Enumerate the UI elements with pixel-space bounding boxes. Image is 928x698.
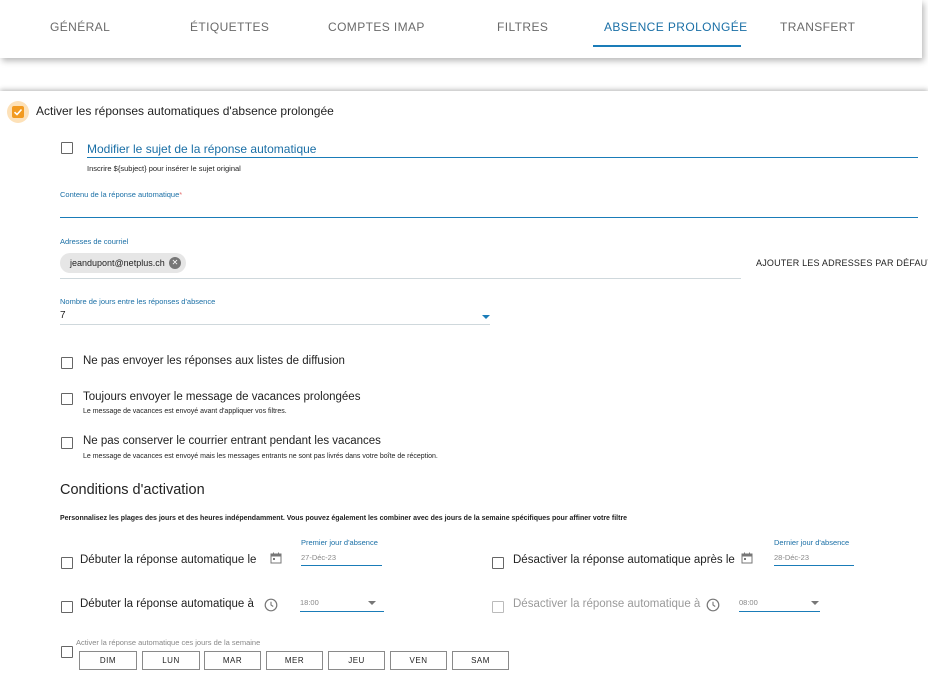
content-label: Contenu de la réponse automatique* <box>60 190 183 199</box>
calendar-icon[interactable] <box>741 552 753 564</box>
option-discard-incoming-hint: Le message de vacances est envoyé mais l… <box>83 453 438 460</box>
weekday-mon-button[interactable]: LUN <box>142 651 200 670</box>
start-time-underline <box>300 611 384 612</box>
enable-auto-reply-checkbox[interactable] <box>7 101 29 123</box>
tab-vacation[interactable]: ABSENCE PROLONGÉE <box>604 20 748 34</box>
calendar-icon[interactable] <box>270 552 282 564</box>
content-input-underline <box>60 217 918 218</box>
content-input[interactable] <box>60 199 918 217</box>
close-icon[interactable]: ✕ <box>169 257 181 269</box>
start-time-label: Débuter la réponse automatique à <box>80 598 254 610</box>
tab-filters[interactable]: FILTRES <box>497 20 548 34</box>
start-date-underline <box>301 565 382 566</box>
address-chip-text: jeandupont@netplus.ch <box>70 258 165 268</box>
end-time-label: Désactiver la réponse automatique à <box>513 598 701 610</box>
conditions-title: Conditions d'activation <box>60 482 205 498</box>
option-always-send-hint: Le message de vacances est envoyé avant … <box>83 408 287 415</box>
clock-icon[interactable] <box>706 598 720 612</box>
option-no-mailing-lists-checkbox[interactable] <box>61 357 73 369</box>
clock-icon[interactable] <box>264 598 278 612</box>
vacation-settings-panel: Activer les réponses automatiques d'abse… <box>0 91 928 698</box>
weekday-wed-button[interactable]: MER <box>266 651 323 670</box>
address-chip: jeandupont@netplus.ch ✕ <box>60 253 186 273</box>
end-date-field-label: Dernier jour d'absence <box>774 538 850 547</box>
modify-subject-checkbox[interactable] <box>61 142 73 154</box>
tab-general[interactable]: GÉNÉRAL <box>50 20 110 34</box>
days-between-label: Nombre de jours entre les réponses d'abs… <box>60 297 216 306</box>
dropdown-arrow-icon[interactable] <box>482 315 490 319</box>
end-date-input[interactable]: 28-Déc-23 <box>774 553 809 562</box>
dropdown-arrow-icon[interactable] <box>811 601 819 605</box>
end-date-underline <box>774 565 854 566</box>
start-date-input[interactable]: 27-Déc-23 <box>301 553 336 562</box>
days-between-select[interactable]: 7 <box>60 310 66 321</box>
option-always-send-label: Toujours envoyer le message de vacances … <box>83 391 361 403</box>
active-tab-indicator <box>593 45 741 47</box>
tab-imap-accounts[interactable]: COMPTES IMAP <box>328 20 425 34</box>
add-default-addresses-button[interactable]: AJOUTER LES ADRESSES PAR DÉFAUT <box>756 258 928 268</box>
addresses-input-underline <box>60 278 741 279</box>
weekdays-label: Activer la réponse automatique ces jours… <box>76 638 261 647</box>
end-time-underline <box>739 611 820 612</box>
conditions-description: Personnalisez les plages des jours et de… <box>60 515 628 522</box>
end-time-select[interactable]: 08:00 <box>739 598 758 607</box>
end-date-checkbox[interactable] <box>492 557 504 569</box>
subject-input-underline <box>87 157 918 158</box>
enable-auto-reply-label: Activer les réponses automatiques d'abse… <box>36 104 334 118</box>
option-always-send-checkbox[interactable] <box>61 393 73 405</box>
subject-hint: Inscrire ${subject} pour insérer le suje… <box>87 164 241 173</box>
start-date-field-label: Premier jour d'absence <box>301 538 378 547</box>
weekday-thu-button[interactable]: JEU <box>328 651 385 670</box>
end-time-checkbox[interactable] <box>492 601 504 613</box>
option-discard-incoming-checkbox[interactable] <box>61 437 73 449</box>
weekday-sat-button[interactable]: SAM <box>452 651 509 670</box>
weekdays-checkbox[interactable] <box>61 646 73 658</box>
check-icon <box>13 108 23 116</box>
start-time-checkbox[interactable] <box>61 601 73 613</box>
option-no-mailing-lists-label: Ne pas envoyer les réponses aux listes d… <box>83 355 345 367</box>
tab-labels[interactable]: ÉTIQUETTES <box>190 20 269 34</box>
dropdown-arrow-icon[interactable] <box>368 601 376 605</box>
weekday-tue-button[interactable]: MAR <box>204 651 261 670</box>
addresses-label: Adresses de courriel <box>60 237 129 246</box>
start-date-label: Débuter la réponse automatique le <box>80 554 257 566</box>
modify-subject-label[interactable]: Modifier le sujet de la réponse automati… <box>87 142 316 156</box>
settings-tab-bar: GÉNÉRAL ÉTIQUETTES COMPTES IMAP FILTRES … <box>0 0 922 58</box>
end-date-label: Désactiver la réponse automatique après … <box>513 554 735 566</box>
days-between-underline <box>60 324 490 325</box>
start-time-select[interactable]: 18:00 <box>300 598 319 607</box>
tab-forwarding[interactable]: TRANSFERT <box>780 20 855 34</box>
weekday-fri-button[interactable]: VEN <box>390 651 447 670</box>
weekday-sun-button[interactable]: DIM <box>79 651 137 670</box>
start-date-checkbox[interactable] <box>61 557 73 569</box>
option-discard-incoming-label: Ne pas conserver le courrier entrant pen… <box>83 435 381 447</box>
